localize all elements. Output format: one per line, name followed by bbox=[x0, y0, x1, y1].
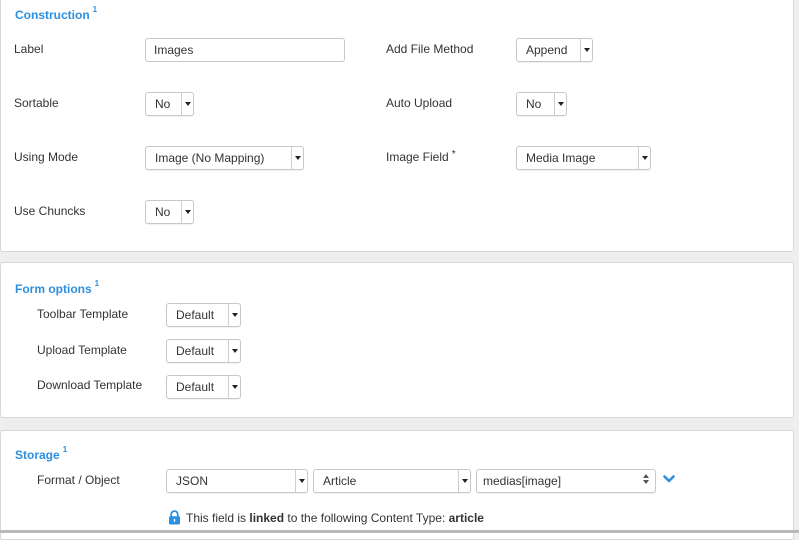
download-template-label: Download Template bbox=[37, 378, 143, 392]
form-options-panel: Form options 1 bbox=[0, 262, 794, 418]
download-template-select[interactable]: Default bbox=[166, 375, 241, 399]
object-select[interactable]: Article bbox=[313, 469, 471, 493]
format-value: JSON bbox=[176, 474, 209, 488]
add-file-method-label: Add File Method bbox=[386, 42, 474, 56]
sortable-value: No bbox=[155, 97, 171, 111]
using-mode-value: Image (No Mapping) bbox=[155, 151, 265, 165]
use-chunks-label: Use Chuncks bbox=[14, 204, 86, 218]
image-field-select[interactable]: Media Image bbox=[516, 146, 651, 170]
lock-icon bbox=[169, 510, 180, 525]
sortable-label: Sortable bbox=[14, 96, 59, 110]
image-field-value: Media Image bbox=[526, 151, 596, 165]
download-template-value: Default bbox=[176, 380, 215, 394]
field-value: medias[image] bbox=[483, 474, 562, 488]
construction-title: Construction 1 bbox=[15, 5, 98, 22]
use-chunks-value: No bbox=[155, 205, 171, 219]
auto-upload-value: No bbox=[526, 97, 542, 111]
storage-title: Storage 1 bbox=[15, 445, 68, 462]
caret-down-icon bbox=[228, 376, 240, 398]
caret-down-icon bbox=[228, 340, 240, 362]
upload-template-label: Upload Template bbox=[37, 343, 127, 357]
caret-down-icon bbox=[638, 147, 650, 169]
upload-template-select[interactable]: Default bbox=[166, 339, 241, 363]
toolbar-template-label: Toolbar Template bbox=[37, 307, 129, 321]
format-select[interactable]: JSON bbox=[166, 469, 308, 493]
chevron-down-icon[interactable] bbox=[663, 474, 675, 484]
field-select[interactable]: medias[image] bbox=[476, 469, 656, 493]
caret-down-icon bbox=[580, 39, 592, 61]
auto-upload-select[interactable]: No bbox=[516, 92, 567, 116]
caret-down-icon bbox=[181, 201, 193, 223]
required-marker: * bbox=[451, 149, 456, 160]
form-options-title: Form options 1 bbox=[15, 279, 100, 296]
caret-down-icon bbox=[291, 147, 303, 169]
object-value: Article bbox=[323, 474, 357, 488]
toolbar-template-value: Default bbox=[176, 308, 215, 322]
auto-upload-label: Auto Upload bbox=[386, 96, 453, 110]
using-mode-label: Using Mode bbox=[14, 150, 79, 164]
add-file-method-value: Append bbox=[526, 43, 568, 57]
caret-down-icon bbox=[228, 304, 240, 326]
sort-arrows-icon bbox=[643, 474, 649, 484]
using-mode-select[interactable]: Image (No Mapping) bbox=[145, 146, 304, 170]
add-file-method-select[interactable]: Append bbox=[516, 38, 593, 62]
image-field-label: Image Field * bbox=[386, 149, 456, 164]
caret-down-icon bbox=[295, 470, 307, 492]
caret-down-icon bbox=[458, 470, 470, 492]
label-label: Label bbox=[14, 42, 44, 56]
construction-panel: Construction 1 bbox=[0, 0, 794, 252]
toolbar-template-select[interactable]: Default bbox=[166, 303, 241, 327]
sortable-select[interactable]: No bbox=[145, 92, 194, 116]
label-input[interactable] bbox=[145, 38, 345, 62]
format-object-label: Format / Object bbox=[37, 473, 120, 487]
linked-notice: This field is linked to the following Co… bbox=[168, 510, 484, 525]
caret-down-icon bbox=[181, 93, 193, 115]
caret-down-icon bbox=[554, 93, 566, 115]
upload-template-value: Default bbox=[176, 344, 215, 358]
linked-text: This field is linked to the following Co… bbox=[186, 510, 484, 525]
use-chunks-select[interactable]: No bbox=[145, 200, 194, 224]
